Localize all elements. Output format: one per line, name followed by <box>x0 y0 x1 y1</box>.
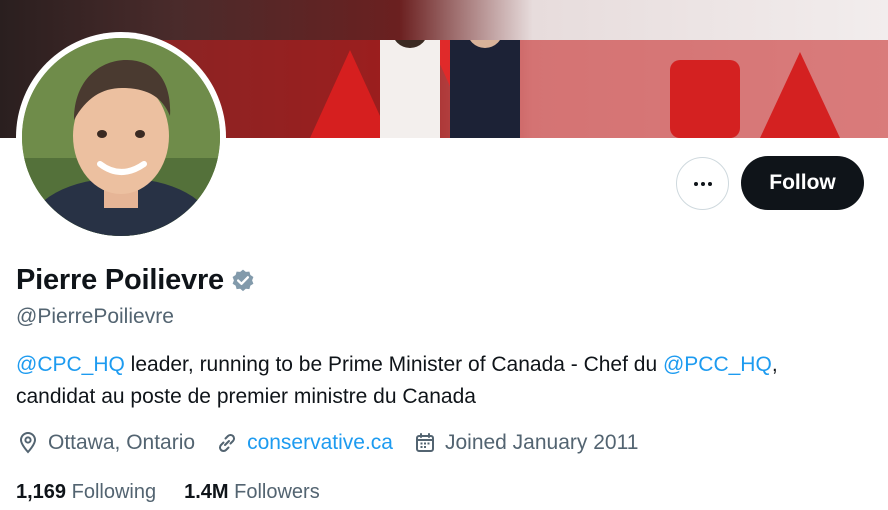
bio-mention-pcc[interactable]: @PCC_HQ <box>663 353 772 376</box>
followers-label: Followers <box>234 481 320 503</box>
followers-stat[interactable]: 1.4M Followers <box>184 481 320 504</box>
calendar-icon <box>415 433 434 452</box>
profile-handle: @PierrePoilievre <box>16 305 174 328</box>
bio-text-end: , <box>771 353 778 376</box>
bio-text: leader, running to be Prime Minister of … <box>124 353 663 376</box>
profile-stats: 1,169 Following 1.4M Followers <box>16 481 348 504</box>
avatar-photo <box>22 38 220 236</box>
link-icon <box>219 433 236 453</box>
profile-bio: @CPC_HQ leader, running to be Prime Mini… <box>16 349 876 413</box>
location-item: Ottawa, Ontario <box>16 431 195 455</box>
following-label: Following <box>71 481 157 503</box>
display-name: Pierre Poilievre <box>16 264 224 296</box>
followers-count: 1.4M <box>184 481 229 503</box>
follow-button[interactable]: Follow <box>741 156 864 210</box>
location-text: Ottawa, Ontario <box>48 431 196 454</box>
website-link[interactable]: conservative.ca <box>247 431 393 455</box>
profile-avatar[interactable] <box>16 32 226 242</box>
profile-meta: Ottawa, Ontario conservative.ca Joined J… <box>16 431 658 455</box>
following-stat[interactable]: 1,169 Following <box>16 481 156 504</box>
bio-mention-cpc[interactable]: @CPC_HQ <box>16 353 125 376</box>
location-icon <box>19 432 37 454</box>
verified-badge-icon[interactable] <box>230 268 256 294</box>
more-options-icon <box>693 181 712 186</box>
following-count: 1,169 <box>16 481 67 503</box>
more-options-button[interactable] <box>676 157 729 210</box>
banner-photo-graphic <box>150 40 888 138</box>
joined-text: Joined January 2011 <box>444 431 639 454</box>
profile-name-row: Pierre Poilievre <box>16 264 256 297</box>
website-item: conservative.ca <box>215 431 393 455</box>
joined-item: Joined January 2011 <box>413 431 638 455</box>
bio-text-line-2: candidat au poste de premier ministre du… <box>16 385 476 408</box>
